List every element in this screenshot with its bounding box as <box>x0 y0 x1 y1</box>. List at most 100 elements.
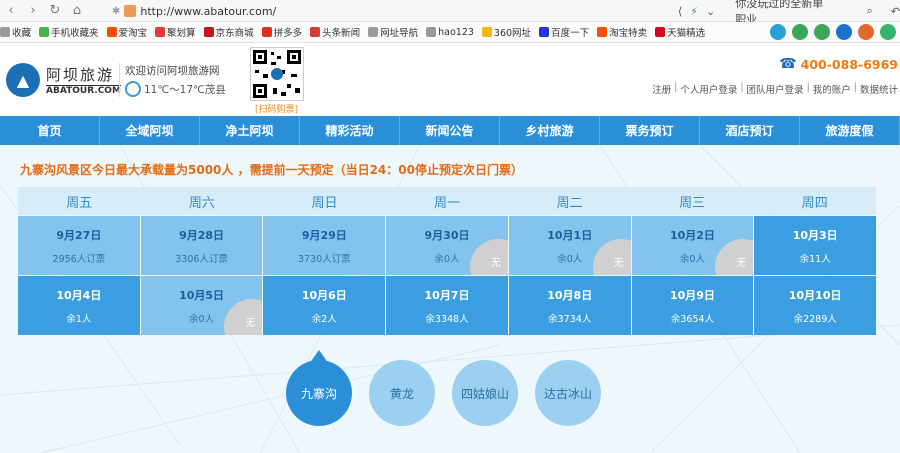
search-tool-icon[interactable] <box>836 24 852 40</box>
user-links: 注册 | 个人用户登录 | 团队用户登录 | 我的账户 | 数据统计 <box>652 82 898 96</box>
bookmark-item[interactable]: 拼多多 <box>261 25 303 39</box>
url-input[interactable]: ✱ http://www.abatour.com/ <box>112 2 677 20</box>
weather-text: 11℃～17℃茂县 <box>144 83 226 96</box>
bookmark-item[interactable]: 头条新闻 <box>310 25 360 39</box>
bookmark-item[interactable]: 天猫精选 <box>655 25 705 39</box>
nav-item[interactable]: 票务预订 <box>600 116 700 145</box>
calendar-week-row: 10月4日 余1人 10月5日 余0人无 10月6日 余2人 10月7日 余3348人 10月8… <box>18 276 877 335</box>
nav-item[interactable]: 乡村旅游 <box>500 116 600 145</box>
share-icon[interactable]: ⟨ <box>678 5 682 18</box>
day-date: 10月7日 <box>424 288 470 302</box>
search-icon[interactable]: ⌕ <box>867 4 873 18</box>
welcome-text: 欢迎访问阿坝旅游网 <box>125 65 220 77</box>
sold-out-label: 无 <box>490 258 501 269</box>
chat-icon[interactable] <box>880 24 896 40</box>
shield-icon[interactable] <box>792 24 808 40</box>
day-date: 9月29日 <box>301 228 347 242</box>
scenic-spot-tab[interactable]: 达古冰山 <box>535 360 601 426</box>
dropdown-icon[interactable]: ⌄ <box>706 5 715 18</box>
day-availability: 余11人 <box>799 253 831 265</box>
main-nav: 首页 全域阿坝 净土阿坝 精彩活动 新闻公告 乡村旅游 票务预订 酒店预订 旅游度假 <box>0 116 900 145</box>
bookmark-favicon-icon <box>203 27 214 37</box>
user-link[interactable]: 个人用户登录 <box>680 82 737 96</box>
undo-icon[interactable]: ↶ <box>891 5 900 18</box>
bookmark-item[interactable]: 网址导航 <box>368 25 418 39</box>
user-link[interactable]: 团队用户登录 <box>747 82 804 96</box>
site-logo[interactable]: ▲ 阿坝旅游 ABATOUR.COM <box>6 63 121 97</box>
sold-out-badge <box>715 239 754 275</box>
calendar-day-cell[interactable]: 10月10日 余2289人 <box>754 276 877 335</box>
calendar-day-cell[interactable]: 10月8日 余3734人 <box>508 276 631 335</box>
scenic-spot-label: 黄龙 <box>389 386 414 401</box>
bookmark-item[interactable]: 收藏 <box>0 25 31 39</box>
bookmark-item[interactable]: 聚划算 <box>155 25 196 39</box>
bookmark-label: 百度一下 <box>551 28 590 39</box>
lightning-icon[interactable]: ⚡ <box>690 5 698 18</box>
weekday-label: 周二 <box>556 195 583 211</box>
bookmark-label: 拼多多 <box>273 28 303 39</box>
bookmark-item[interactable]: 百度一下 <box>539 25 589 39</box>
user-link[interactable]: 注册 <box>652 82 671 96</box>
browser-toolbar-icons <box>770 24 896 40</box>
calendar-day-cell[interactable]: 10月1日 余0人 无 <box>508 216 631 275</box>
day-date: 10月4日 <box>56 288 102 302</box>
nav-item[interactable]: 首页 <box>0 116 100 145</box>
nav-item[interactable]: 全域阿坝 <box>100 116 200 145</box>
calendar-day-cell[interactable]: 9月28日 3306人订票 <box>140 216 263 275</box>
nav-item[interactable]: 酒店预订 <box>700 116 800 145</box>
calendar-day-cell[interactable]: 10月5日 余0人 无 <box>140 276 263 335</box>
bookmark-item[interactable]: 手机收藏夹 <box>39 25 99 39</box>
bookmark-favicon-icon <box>426 27 437 37</box>
calendar-day-cell[interactable]: 10月2日 余0人 无 <box>631 216 754 275</box>
booking-content: 九寨沟风景区今日最大承载量为5000人 ，需提前一天预定（当日24：00停止预定… <box>0 145 900 453</box>
weekday-label: 周三 <box>679 195 706 211</box>
calendar-day-cell[interactable]: 9月27日 2956人订票 <box>18 216 140 275</box>
nav-item[interactable]: 新闻公告 <box>400 116 500 145</box>
link-separator: | <box>806 82 810 93</box>
extension-icon[interactable] <box>770 24 786 40</box>
calendar-day-cell[interactable]: 10月3日 余11人 <box>754 216 877 275</box>
calendar-day-cell[interactable]: 10月4日 余1人 <box>18 276 140 335</box>
bookmark-item[interactable]: 爱淘宝 <box>106 25 147 39</box>
calendar-day-cell[interactable]: 10月7日 余3348人 <box>386 276 508 335</box>
nav-item[interactable]: 旅游度假 <box>800 116 900 145</box>
link-separator: | <box>674 82 678 93</box>
calendar-day-cell[interactable]: 9月30日 余0人 无 <box>386 216 508 275</box>
weekday-label: 周日 <box>311 195 338 211</box>
game-icon[interactable] <box>814 24 830 40</box>
day-availability: 余0人 <box>434 253 460 265</box>
qr-label[interactable]: [扫码购票] <box>255 102 298 115</box>
scenic-spot-tab[interactable]: 黄龙 <box>369 360 435 426</box>
user-link[interactable]: 数据统计 <box>860 82 898 96</box>
refresh-icon[interactable]: ↻ <box>44 0 66 22</box>
day-availability: 余3654人 <box>670 313 715 325</box>
bookmark-item[interactable]: hao123 <box>426 27 474 38</box>
hotline: ☎ 400-088-6969 <box>779 56 898 72</box>
day-availability: 2956人订票 <box>52 253 106 265</box>
security-icon: ✱ <box>112 5 121 17</box>
nav-item[interactable]: 精彩活动 <box>300 116 400 145</box>
scenic-spot-tab[interactable]: 九寨沟 <box>286 350 352 426</box>
bookmark-favicon-icon <box>155 27 166 37</box>
back-icon[interactable]: ‹ <box>0 0 22 22</box>
bookmark-item[interactable]: 京东商城 <box>203 25 254 39</box>
user-link[interactable]: 我的账户 <box>813 82 851 96</box>
forward-icon[interactable]: › <box>22 0 44 22</box>
logo-domain: ABATOUR.COM <box>46 85 121 96</box>
home-icon[interactable]: ⌂ <box>66 0 88 22</box>
screenshot-icon[interactable] <box>858 24 874 40</box>
phone-icon: ☎ <box>779 56 797 72</box>
weekday-label: 周一 <box>434 195 461 211</box>
weekday-label: 周五 <box>66 195 93 211</box>
scenic-spot-tab[interactable]: 四姑娘山 <box>452 360 518 426</box>
bookmark-item[interactable]: 淘宝特卖 <box>597 25 647 39</box>
nav-item[interactable]: 净土阿坝 <box>200 116 300 145</box>
bookmark-item[interactable]: 360网址 <box>481 25 531 39</box>
weather-icon <box>125 81 141 97</box>
calendar-day-cell[interactable]: 9月29日 3730人订票 <box>263 216 386 275</box>
sold-out-badge <box>592 239 631 275</box>
bookmark-label: 京东商城 <box>215 28 254 39</box>
calendar-day-cell[interactable]: 10月6日 余2人 <box>263 276 386 335</box>
capacity-notice: 九寨沟风景区今日最大承载量为5000人 ，需提前一天预定（当日24：00停止预定… <box>20 163 523 177</box>
calendar-day-cell[interactable]: 10月9日 余3654人 <box>631 276 754 335</box>
